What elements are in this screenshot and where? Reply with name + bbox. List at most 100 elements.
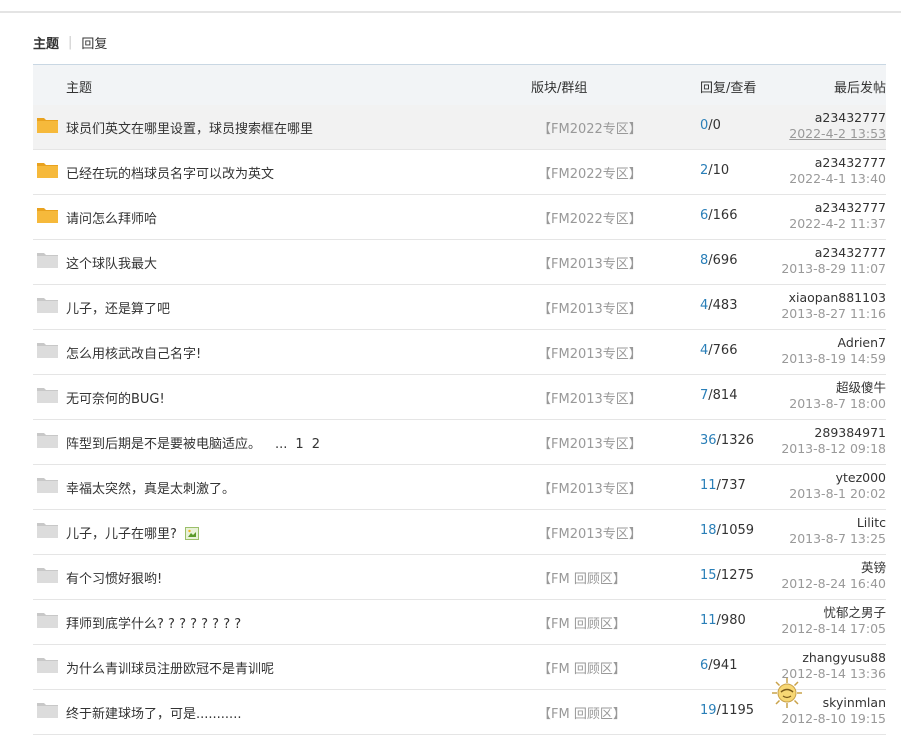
last-post-date[interactable]: 2013-8-7 13:25 (789, 531, 886, 547)
reply-count[interactable]: 36 (700, 433, 717, 448)
reply-count[interactable]: 11 (700, 613, 717, 628)
forum-link[interactable]: 【FM2022专区】 (538, 118, 642, 137)
forum-link[interactable]: 【FM 回顾区】 (538, 568, 626, 587)
forum-link[interactable]: 【FM2022专区】 (538, 163, 642, 182)
thread-title-link[interactable]: 拜师到底学什么? ? ? ? ? ? ? ? (66, 613, 241, 632)
last-post-date[interactable]: 2012-8-10 19:15 (781, 711, 886, 727)
thread-title-link[interactable]: 这个球队我最大 (66, 253, 157, 272)
last-post-author[interactable]: 忧郁之男子 (781, 605, 886, 621)
last-post-author[interactable]: 超级傻牛 (789, 380, 886, 396)
table-row[interactable]: 有个习惯好狠哟! 【FM 回顾区】 15/1275 英镑 2012-8-24 16:40 (33, 555, 886, 600)
last-post-date[interactable]: 2012-8-14 17:05 (781, 621, 886, 637)
last-post-author[interactable]: ytez000 (789, 470, 886, 486)
table-row[interactable]: 这个球队我最大 【FM2013专区】 8/696 a23432777 2013-8-29… (33, 240, 886, 285)
tab-topics[interactable]: 主题 (33, 33, 59, 52)
thread-title[interactable]: 为什么青训球员注册欧冠不是青训呢 (66, 662, 274, 677)
last-post-date[interactable]: 2013-8-29 11:07 (781, 261, 886, 277)
reply-count[interactable]: 19 (700, 703, 717, 718)
thread-title-link[interactable]: 为什么青训球员注册欧冠不是青训呢 (66, 658, 274, 677)
last-post-author[interactable]: 289384971 (781, 425, 886, 441)
table-row[interactable]: 儿子，还是算了吧 【FM2013专区】 4/483 xiaopan881103 2013… (33, 285, 886, 330)
last-post-author[interactable]: zhangyusu88 (781, 650, 886, 666)
thread-title[interactable]: 无可奈何的BUG! (66, 392, 165, 407)
thread-title-link[interactable]: 儿子，还是算了吧 (66, 298, 170, 317)
forum-link[interactable]: 【FM2013专区】 (538, 253, 642, 272)
reply-count[interactable]: 11 (700, 478, 717, 493)
last-post-author[interactable]: Lilitc (789, 515, 886, 531)
last-post-date[interactable]: 2012-8-24 16:40 (781, 576, 886, 592)
table-row[interactable]: 无可奈何的BUG! 【FM2013专区】 7/814 超级傻牛 2013-8-7 18:… (33, 375, 886, 420)
forum-link[interactable]: 【FM2013专区】 (538, 298, 642, 317)
thread-title[interactable]: 拜师到底学什么? ? ? ? ? ? ? ? (66, 617, 241, 632)
last-post-date[interactable]: 2013-8-19 14:59 (781, 351, 886, 367)
forum-link[interactable]: 【FM2013专区】 (538, 343, 642, 362)
forum-link[interactable]: 【FM2013专区】 (538, 388, 642, 407)
folder-icon (37, 431, 58, 448)
thread-title-link[interactable]: 请问怎么拜师哈 (66, 208, 157, 227)
reply-count[interactable]: 15 (700, 568, 717, 583)
forum-link[interactable]: 【FM2013专区】 (538, 478, 642, 497)
thread-title[interactable]: 已经在玩的档球员名字可以改为英文 (66, 167, 274, 182)
thread-title[interactable]: 球员们英文在哪里设置，球员搜索框在哪里 (66, 122, 313, 137)
reply-view-count: 15/1275 (700, 568, 754, 583)
forum-link[interactable]: 【FM 回顾区】 (538, 658, 626, 677)
table-row[interactable]: 怎么用核武改自己名字! 【FM2013专区】 4/766 Adrien7 2013-8-… (33, 330, 886, 375)
folder-new-icon (37, 116, 58, 133)
forum-link[interactable]: 【FM 回顾区】 (538, 613, 626, 632)
reply-view-count: 7/814 (700, 388, 737, 403)
thread-title-link[interactable]: 终于新建球场了，可是........... (66, 703, 241, 722)
thread-title-link[interactable]: 无可奈何的BUG! (66, 388, 165, 407)
thread-title-link[interactable]: 有个习惯好狠哟! (66, 568, 162, 587)
table-row[interactable]: 阵型到后期是不是要被电脑适应。... 1 2 【FM2013专区】 36/1326 289… (33, 420, 886, 465)
page-link[interactable]: 1 (295, 437, 303, 452)
table-row[interactable]: 拜师到底学什么? ? ? ? ? ? ? ? 【FM 回顾区】 11/980 忧郁之男… (33, 600, 886, 645)
last-post-date[interactable]: 2013-8-1 20:02 (789, 486, 886, 502)
last-post-date[interactable]: 2022-4-2 13:53 (789, 126, 886, 142)
thread-title[interactable]: 有个习惯好狠哟! (66, 572, 162, 587)
page-link[interactable]: 2 (312, 437, 320, 452)
thread-title[interactable]: 阵型到后期是不是要被电脑适应。 (66, 437, 261, 452)
thread-title-link[interactable]: 球员们英文在哪里设置，球员搜索框在哪里 (66, 118, 313, 137)
thread-title-link[interactable]: 阵型到后期是不是要被电脑适应。... 1 2 (66, 433, 320, 452)
table-row[interactable]: 已经在玩的档球员名字可以改为英文 【FM2022专区】 2/10 a23432777 2… (33, 150, 886, 195)
thread-title[interactable]: 请问怎么拜师哈 (66, 212, 157, 227)
thread-title[interactable]: 怎么用核武改自己名字! (66, 347, 201, 362)
folder-icon (37, 701, 58, 718)
table-row[interactable]: 终于新建球场了，可是........... 【FM 回顾区】 19/1195 skyi… (33, 690, 886, 735)
table-row[interactable]: 幸福太突然，真是太刺激了。 【FM2013专区】 11/737 ytez000 2013… (33, 465, 886, 510)
tab-replies[interactable]: 回复 (81, 33, 107, 52)
thread-title[interactable]: 儿子，儿子在哪里? (66, 527, 177, 542)
thread-title-link[interactable]: 幸福太突然，真是太刺激了。 (66, 478, 235, 497)
last-post-author[interactable]: a23432777 (789, 110, 886, 126)
table-row[interactable]: 球员们英文在哪里设置，球员搜索框在哪里 【FM2022专区】 0/0 a2343277… (33, 105, 886, 150)
last-post-date[interactable]: 2022-4-2 11:37 (789, 216, 886, 232)
forum-link[interactable]: 【FM 回顾区】 (538, 703, 626, 722)
table-row[interactable]: 为什么青训球员注册欧冠不是青训呢 【FM 回顾区】 6/941 zhangyusu88… (33, 645, 886, 690)
thread-title[interactable]: 幸福太突然，真是太刺激了。 (66, 482, 235, 497)
last-post-date[interactable]: 2022-4-1 13:40 (789, 171, 886, 187)
last-post-date[interactable]: 2013-8-7 18:00 (789, 396, 886, 412)
last-post-author[interactable]: a23432777 (789, 200, 886, 216)
tab-separator: | (68, 34, 73, 50)
last-post-author[interactable]: a23432777 (789, 155, 886, 171)
last-post-date[interactable]: 2013-8-27 11:16 (781, 306, 886, 322)
forum-link[interactable]: 【FM2013专区】 (538, 523, 642, 542)
thread-title[interactable]: 终于新建球场了，可是........... (66, 707, 241, 722)
last-post-author[interactable]: Adrien7 (781, 335, 886, 351)
last-post-author[interactable]: xiaopan881103 (781, 290, 886, 306)
last-post-author[interactable]: a23432777 (781, 245, 886, 261)
last-post-date[interactable]: 2013-8-12 09:18 (781, 441, 886, 457)
table-row[interactable]: 儿子，儿子在哪里? 【FM2013专区】 18/1059 Lilitc 2013-8-7… (33, 510, 886, 555)
thread-title-link[interactable]: 已经在玩的档球员名字可以改为英文 (66, 163, 274, 182)
table-row[interactable]: 请问怎么拜师哈 【FM2022专区】 6/166 a23432777 2022-4-2 … (33, 195, 886, 240)
thread-title[interactable]: 儿子，还是算了吧 (66, 302, 170, 317)
thread-title[interactable]: 这个球队我最大 (66, 257, 157, 272)
reply-count[interactable]: 18 (700, 523, 717, 538)
thread-title-link[interactable]: 怎么用核武改自己名字! (66, 343, 201, 362)
last-post-author[interactable]: 英镑 (781, 560, 886, 576)
thread-title-link[interactable]: 儿子，儿子在哪里? (66, 523, 199, 542)
view-count: /10 (708, 163, 730, 178)
forum-link[interactable]: 【FM2013专区】 (538, 433, 642, 452)
page-link[interactable]: ... (275, 437, 287, 452)
forum-link[interactable]: 【FM2022专区】 (538, 208, 642, 227)
